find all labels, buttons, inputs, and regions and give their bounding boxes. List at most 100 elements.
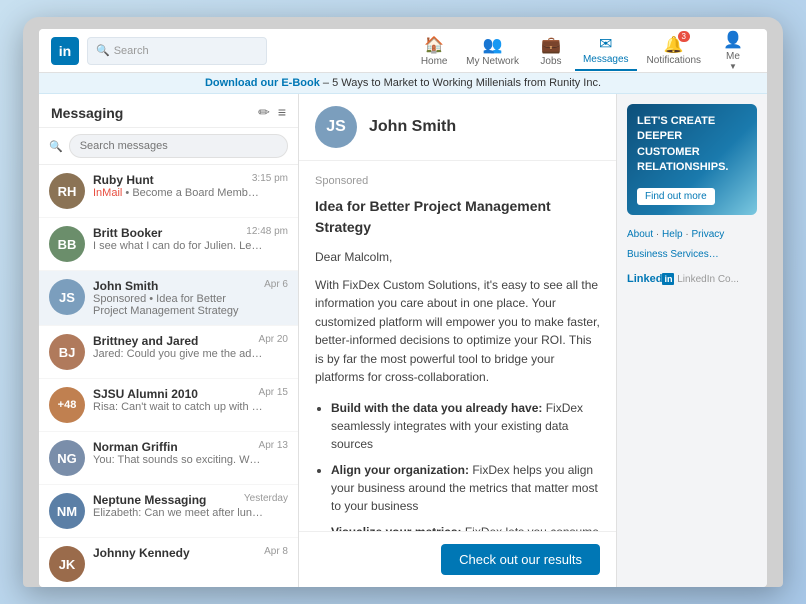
avatar: BJ (49, 334, 85, 370)
linkedin-logo: in (51, 37, 79, 65)
conv-name: Ruby Hunt (93, 173, 154, 187)
conv-time: 12:48 pm (246, 226, 288, 240)
conv-preview: Sponsored • Idea for BetterProject Manag… (93, 293, 263, 317)
conv-content: Neptune Messaging Yesterday Elizabeth: C… (93, 493, 288, 519)
avatar: NG (49, 440, 85, 476)
list-item: Build with the data you already have: Fi… (331, 399, 600, 453)
message-search-bar: 🔍 (39, 128, 298, 165)
search-bar[interactable]: 🔍 Search (87, 37, 267, 65)
conv-content: Britt Booker 12:48 pm I see what I can d… (93, 226, 288, 252)
email-body-para1: With FixDex Custom Solutions, it's easy … (315, 276, 600, 388)
avatar: +48 (49, 387, 85, 423)
conv-name: Britt Booker (93, 226, 162, 240)
list-item: Visualize your metrics: FixDex lets you … (331, 523, 600, 531)
conv-name: Neptune Messaging (93, 493, 206, 507)
list-item[interactable]: BB Britt Booker 12:48 pm I see what I ca… (39, 218, 298, 271)
list-item[interactable]: BJ Brittney and Jared Apr 20 Jared: Coul… (39, 326, 298, 379)
messaging-header: Messaging ✏ ≡ (39, 94, 298, 128)
nav-network-label: My Network (466, 56, 519, 67)
conv-preview: Jared: Could you give me the address? (93, 348, 263, 360)
list-item[interactable]: RH Ruby Hunt 3:15 pm InMail • Become a B… (39, 165, 298, 218)
avatar: RH (49, 173, 85, 209)
promo-banner: Download our E-Book – 5 Ways to Market t… (39, 73, 767, 94)
conv-preview: I see what I can do for Julien. Let me k… (93, 240, 263, 252)
list-item[interactable]: JK Johnny Kennedy Apr 8 (39, 538, 298, 587)
email-greeting: Dear Malcolm, (315, 248, 600, 266)
avatar: JK (49, 546, 85, 582)
messaging-title: Messaging (51, 105, 123, 121)
message-cta-footer: Check out our results (299, 531, 616, 587)
bullet-bold: Align your organization: (331, 463, 469, 477)
conv-preview: You: That sounds so exciting. We launche… (93, 454, 263, 466)
conv-preview: Risa: Can't wait to catch up with everyo… (93, 401, 263, 413)
compose-icon[interactable]: ✏ (258, 104, 270, 121)
avatar: NM (49, 493, 85, 529)
conv-content: John Smith Apr 6 Sponsored • Idea for Be… (93, 279, 288, 317)
messaging-panel: Messaging ✏ ≡ 🔍 RH (39, 94, 299, 587)
rs-ad-card: LET'S CREATE DEEPER CUSTOMER RELATIONSHI… (627, 104, 757, 215)
list-item[interactable]: JS John Smith Apr 6 Sponsored • Idea for… (39, 271, 298, 326)
sponsored-label: Sponsored (315, 173, 600, 190)
conv-time: Yesterday (244, 493, 288, 507)
nav-messages-label: Messages (583, 54, 629, 65)
nav-network[interactable]: 👥 My Network (458, 31, 527, 71)
business-services-link[interactable]: Business Services… (627, 249, 719, 260)
nav-messages[interactable]: ✉ Messages (575, 30, 637, 71)
conv-preview: InMail • Become a Board Member for XYZ S… (93, 187, 263, 199)
message-detail-header: JS John Smith (299, 94, 616, 161)
chevron-down-icon: ▼ (729, 62, 737, 71)
privacy-link[interactable]: Privacy (692, 229, 725, 240)
sender-initials: JS (326, 118, 346, 136)
nav-home[interactable]: 🏠 Home (412, 31, 456, 71)
search-icon: 🔍 (49, 140, 63, 153)
conv-content: Johnny Kennedy Apr 8 (93, 546, 288, 560)
home-icon: 🏠 (424, 35, 444, 55)
message-search-input[interactable] (69, 134, 288, 158)
conversation-list: RH Ruby Hunt 3:15 pm InMail • Become a B… (39, 165, 298, 587)
conv-time: 3:15 pm (252, 173, 288, 187)
conv-time: Apr 15 (259, 387, 288, 401)
list-item[interactable]: NG Norman Griffin Apr 13 You: That sound… (39, 432, 298, 485)
message-detail-panel: JS John Smith Sponsored Idea for Better … (299, 94, 617, 587)
jobs-icon: 💼 (541, 35, 561, 55)
nav-jobs[interactable]: 💼 Jobs (529, 31, 573, 71)
inmail-tag: InMail (93, 187, 122, 199)
conv-name: Brittney and Jared (93, 334, 198, 348)
nav-items: 🏠 Home 👥 My Network 💼 Jobs ✉ Messages (412, 29, 755, 75)
list-item: Align your organization: FixDex helps yo… (331, 461, 600, 515)
avatar: JS (49, 279, 85, 315)
network-icon: 👥 (483, 35, 503, 55)
conv-preview-text: • Become a Board Member for XYZ System (125, 187, 263, 199)
messaging-header-icons: ✏ ≡ (258, 104, 286, 121)
conv-name: Johnny Kennedy (93, 546, 190, 560)
list-item[interactable]: +48 SJSU Alumni 2010 Apr 15 Risa: Can't … (39, 379, 298, 432)
conv-name: Norman Griffin (93, 440, 178, 454)
nav-jobs-label: Jobs (540, 56, 561, 67)
linkedin-brand-text: Linkedin LinkedIn Co... (627, 273, 757, 285)
nav-home-label: Home (421, 56, 448, 67)
sender-avatar: JS (315, 106, 357, 148)
main-area: Messaging ✏ ≡ 🔍 RH (39, 94, 767, 587)
banner-link[interactable]: Download our E-Book (205, 77, 320, 89)
avatar: BB (49, 226, 85, 262)
help-link[interactable]: Help (662, 229, 683, 240)
list-item[interactable]: NM Neptune Messaging Yesterday Elizabeth… (39, 485, 298, 538)
conv-preview: Elizabeth: Can we meet after lunch tomor… (93, 507, 263, 519)
nav-notifications[interactable]: 🔔 3 Notifications (639, 31, 709, 70)
nav-me[interactable]: 👤 Me ▼ (711, 29, 755, 75)
find-out-more-button[interactable]: Find out more (637, 188, 715, 205)
conv-time: Apr 20 (259, 334, 288, 348)
more-options-icon[interactable]: ≡ (278, 104, 286, 121)
nav-notifications-label: Notifications (647, 55, 701, 66)
conv-time: Apr 6 (264, 279, 288, 293)
messages-icon: ✉ (599, 36, 612, 53)
conv-time: Apr 13 (259, 440, 288, 454)
me-icon: 👤 (723, 30, 743, 50)
bullet-bold: Build with the data you already have: (331, 401, 542, 415)
cta-button[interactable]: Check out our results (441, 544, 600, 575)
about-link[interactable]: About (627, 229, 653, 240)
conv-content: Brittney and Jared Apr 20 Jared: Could y… (93, 334, 288, 360)
notifications-badge: 3 (678, 31, 690, 42)
conv-content: Ruby Hunt 3:15 pm InMail • Become a Boar… (93, 173, 288, 199)
rs-card-title: LET'S CREATE DEEPER CUSTOMER RELATIONSHI… (637, 114, 747, 176)
